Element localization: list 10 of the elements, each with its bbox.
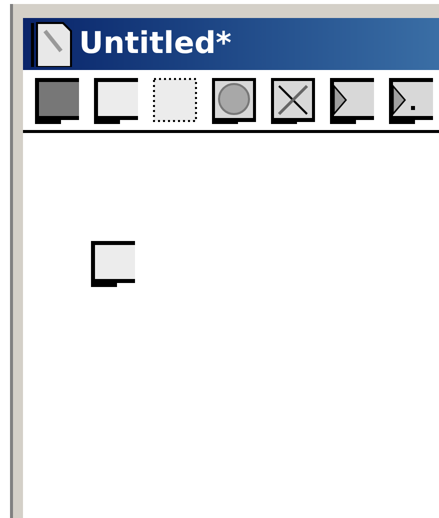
tool-button[interactable] — [35, 78, 79, 124]
window-title: Untitled* — [79, 29, 232, 59]
tool-button[interactable] — [271, 78, 315, 124]
tool-button[interactable] — [212, 78, 256, 124]
tool-button[interactable] — [153, 78, 197, 124]
document-icon — [31, 21, 73, 67]
tool-button[interactable] — [94, 78, 138, 124]
tool-button[interactable] — [389, 78, 433, 124]
rectangle-shape — [91, 241, 135, 287]
tool-button[interactable] — [330, 78, 374, 124]
